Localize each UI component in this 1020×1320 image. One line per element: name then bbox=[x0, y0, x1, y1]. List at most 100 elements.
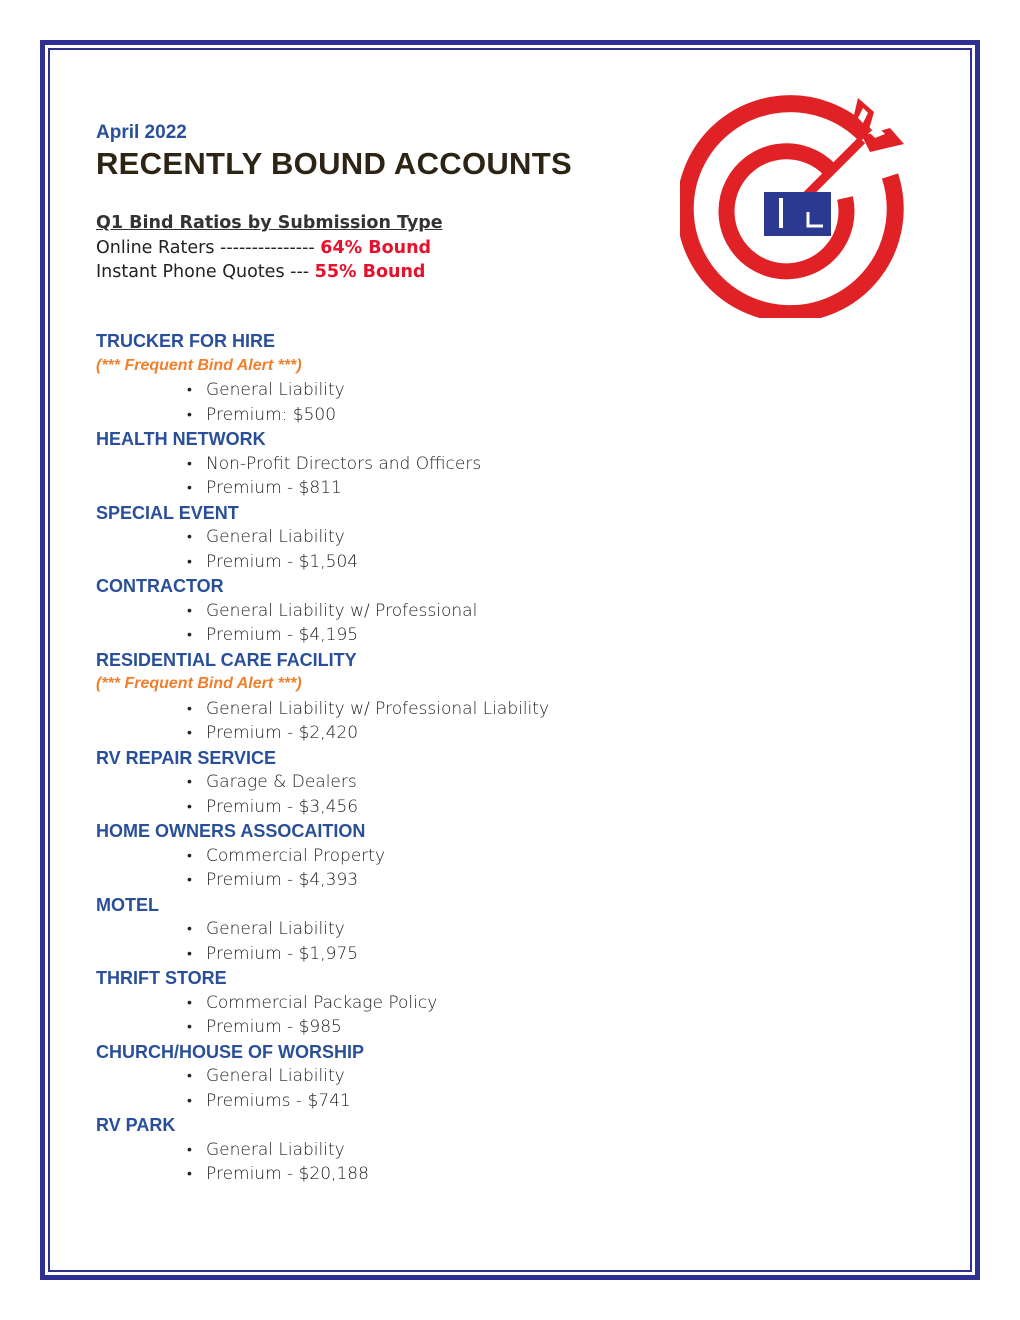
premium-item: • Premium - $4,195 bbox=[96, 623, 656, 648]
account-name: CONTRACTOR bbox=[96, 576, 224, 596]
frequent-bind-alert: (*** Frequent Bind Alert ***) bbox=[96, 675, 302, 692]
account-entry: TRUCKER FOR HIRE (*** Frequent Bind Alert… bbox=[96, 329, 656, 427]
coverage-item: • Garage & Dealers bbox=[96, 770, 656, 795]
item-text: Premium - $4,393 bbox=[206, 870, 359, 890]
premium-item: • Premium - $4,393 bbox=[96, 868, 656, 893]
item-text: Non-Profit Directors and Officers bbox=[206, 453, 482, 474]
coverage-item: • General Liability bbox=[96, 525, 656, 550]
account-name: MOTEL bbox=[96, 894, 159, 915]
account-details-list: • Non-Profit Directors and Officers • Premi… bbox=[96, 452, 656, 501]
account-name: RESIDENTIAL CARE FACILITY bbox=[96, 649, 357, 670]
account-details-list: • General Liability w/ Professional Liabi… bbox=[96, 697, 656, 746]
bullet-icon: • bbox=[187, 725, 192, 741]
bullet-icon: • bbox=[187, 798, 192, 815]
bullet-icon: • bbox=[187, 847, 192, 864]
account-name: THRIFT STORE bbox=[96, 968, 227, 988]
bullet-icon: • bbox=[187, 529, 192, 545]
account-details-list: • General Liability • Premiums - $741 bbox=[96, 1064, 656, 1113]
coverage-item: • General Liability bbox=[96, 1064, 656, 1089]
ug-target-logo bbox=[676, 88, 920, 323]
account-details-list: • General Liability • Premium - $1,975 bbox=[96, 917, 656, 966]
bind-ratio-row: Instant Phone Quotes --- 55% Bound bbox=[96, 260, 443, 285]
bullet-icon: • bbox=[187, 1092, 192, 1109]
item-text: Premium - $2,420 bbox=[206, 723, 359, 743]
bind-ratio-row: Online Raters --------------- 64% Bound bbox=[96, 236, 443, 261]
premium-item: • Premium - $2,420 bbox=[96, 721, 656, 746]
bullet-icon: • bbox=[187, 994, 192, 1011]
account-details-list: • General Liability • Premium - $1,504 bbox=[96, 525, 656, 574]
premium-item: • Premium - $20,188 bbox=[96, 1162, 656, 1187]
item-text: Garage & Dealers bbox=[206, 772, 357, 792]
newsletter-month: April 2022 bbox=[96, 122, 187, 143]
bullet-icon: • bbox=[187, 1019, 192, 1035]
item-text: General Liability bbox=[206, 1139, 345, 1160]
item-text: Premium - $1,504 bbox=[206, 551, 359, 572]
account-entry: RESIDENTIAL CARE FACILITY (*** Frequent B… bbox=[96, 648, 656, 746]
bind-ratios-section: Q1 Bind Ratios by Submission Type Online… bbox=[96, 211, 443, 285]
bind-ratio-label: Online Raters --------------- bbox=[96, 237, 321, 258]
item-text: General Liability bbox=[206, 919, 345, 939]
bullet-icon: • bbox=[187, 872, 192, 888]
bind-ratios-heading: Q1 Bind Ratios by Submission Type bbox=[96, 213, 443, 233]
item-text: General Liability w/ Professional Liabil… bbox=[206, 698, 550, 719]
item-text: Premium - $1,975 bbox=[206, 943, 359, 964]
frequent-bind-alert: (*** Frequent Bind Alert ***) bbox=[96, 356, 302, 374]
premium-item: • Premium: $500 bbox=[96, 403, 656, 428]
bullet-icon: • bbox=[187, 480, 192, 496]
account-entry: RV PARK • General Liability • Premium - $20,… bbox=[96, 1113, 656, 1187]
account-details-list: • Commercial Property • Premium - $4,393 bbox=[96, 844, 656, 893]
account-details-list: • General Liability w/ Professional • Premi… bbox=[96, 599, 656, 648]
account-details-list: • General Liability • Premium - $20,188 bbox=[96, 1138, 656, 1187]
item-text: Commercial Property bbox=[206, 845, 386, 866]
bullet-icon: • bbox=[187, 602, 192, 619]
account-details-list: • Commercial Package Policy • Premium - $98… bbox=[96, 991, 656, 1040]
premium-item: • Premiums - $741 bbox=[96, 1089, 656, 1114]
account-entry: CHURCH/HOUSE OF WORSHIP • General Liabilit… bbox=[96, 1040, 656, 1114]
bullet-icon: • bbox=[187, 1068, 192, 1084]
bullet-icon: • bbox=[187, 945, 192, 962]
account-entry: SPECIAL EVENT • General Liability • Premium … bbox=[96, 501, 656, 575]
bullet-icon: • bbox=[187, 627, 192, 643]
account-entry: MOTEL • General Liability • Premium - $1,975 bbox=[96, 893, 656, 967]
item-text: Premium - $20,188 bbox=[206, 1164, 369, 1184]
coverage-item: • General Liability bbox=[96, 1138, 656, 1163]
account-entry: HOME OWNERS ASSOCAITION • Commercial Prope… bbox=[96, 819, 656, 893]
account-details-list: • General Liability • Premium: $500 bbox=[96, 378, 656, 427]
coverage-item: • General Liability w/ Professional Liabi… bbox=[96, 697, 656, 722]
item-text: General Liability w/ Professional bbox=[206, 600, 478, 621]
premium-item: • Premium - $811 bbox=[96, 476, 656, 501]
target-arrow-icon bbox=[676, 95, 904, 323]
item-text: Premium - $811 bbox=[206, 478, 342, 498]
bind-ratio-value: 55% Bound bbox=[314, 262, 426, 282]
account-name: CHURCH/HOUSE OF WORSHIP bbox=[96, 1041, 365, 1062]
bullet-icon: • bbox=[187, 553, 192, 570]
item-text: Premium: $500 bbox=[206, 404, 337, 425]
item-text: General Liability bbox=[206, 527, 345, 547]
bullet-icon: • bbox=[187, 455, 192, 472]
bullet-icon: • bbox=[187, 774, 192, 790]
item-text: General Liability bbox=[206, 1066, 345, 1086]
account-name: SPECIAL EVENT bbox=[96, 502, 239, 523]
account-details-list: • Garage & Dealers • Premium - $3,456 bbox=[96, 770, 656, 819]
item-text: Premium - $3,456 bbox=[206, 796, 359, 817]
bullet-icon: • bbox=[187, 921, 192, 937]
bullet-icon: • bbox=[187, 1141, 192, 1158]
account-entry: RV REPAIR SERVICE • Garage & Dealers • Premi… bbox=[96, 746, 656, 820]
item-text: General Liability bbox=[206, 380, 345, 400]
premium-item: • Premium - $3,456 bbox=[96, 795, 656, 820]
premium-item: • Premium - $1,975 bbox=[96, 942, 656, 967]
account-name: RV PARK bbox=[96, 1115, 176, 1135]
coverage-item: • Commercial Package Policy bbox=[96, 991, 656, 1016]
item-text: Commercial Package Policy bbox=[206, 992, 438, 1013]
bind-ratio-value: 64% Bound bbox=[320, 237, 432, 258]
item-text: Premiums - $741 bbox=[206, 1090, 351, 1111]
accounts-list: TRUCKER FOR HIRE (*** Frequent Bind Alert… bbox=[96, 329, 656, 1187]
premium-item: • Premium - $1,504 bbox=[96, 550, 656, 575]
page-title: RECENTLY BOUND ACCOUNTS bbox=[96, 146, 572, 181]
bullet-icon: • bbox=[187, 406, 192, 423]
account-entry: HEALTH NETWORK • Non-Profit Directors and … bbox=[96, 427, 656, 501]
account-name: TRUCKER FOR HIRE bbox=[96, 331, 275, 351]
bullet-icon: • bbox=[187, 700, 192, 717]
coverage-item: • General Liability bbox=[96, 378, 656, 403]
item-text: Premium - $4,195 bbox=[206, 625, 359, 645]
